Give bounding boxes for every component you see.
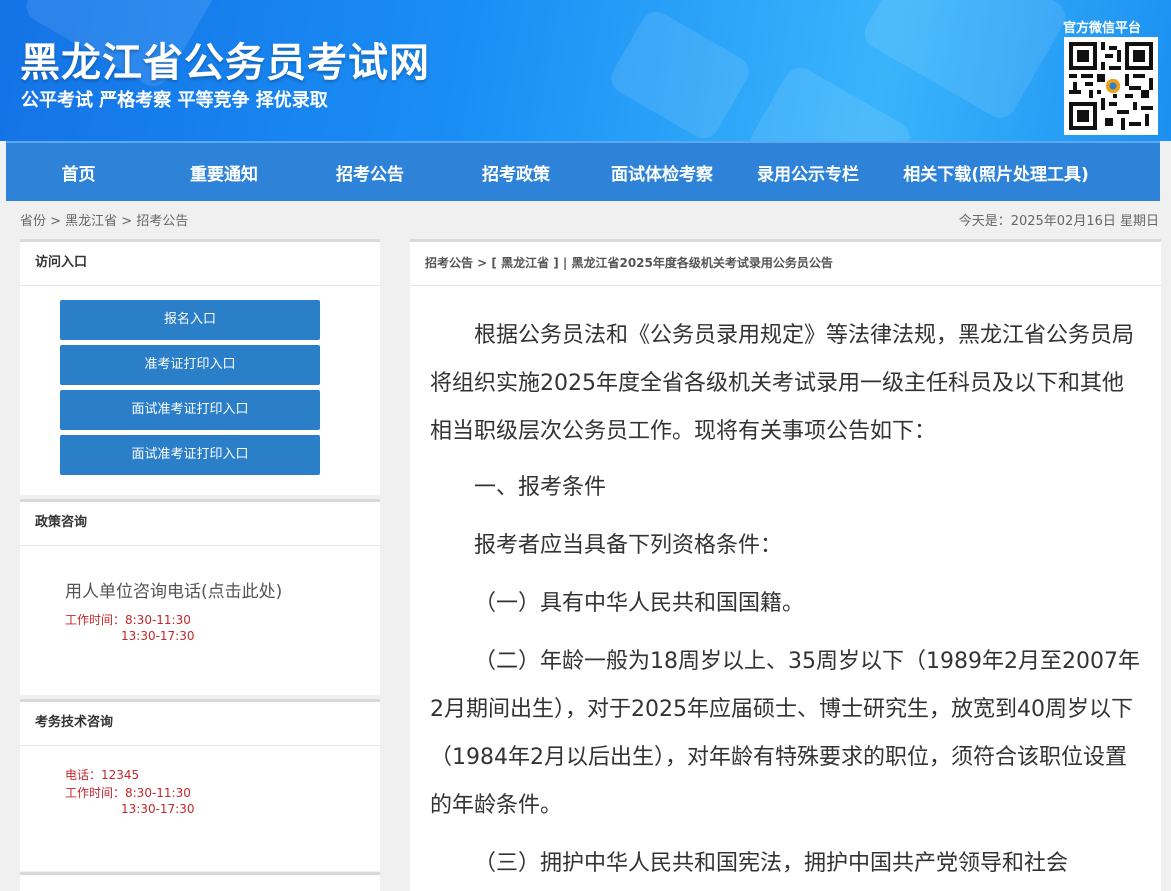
nav-home[interactable]: 首页 [6,160,151,185]
header-decoration [744,61,916,141]
nav-important-notice[interactable]: 重要通知 [151,160,297,185]
article-body: 根据公务员法和《公务员录用规定》等法律法规，黑龙江省公务员局将组织实施2025年… [410,312,1161,888]
article-paragraph: （三）拥护中华人民共和国宪法，拥护中国共产党领导和社会 [474,851,1069,876]
site-title: 黑龙江省公务员考试网 [20,40,430,86]
current-date: 今天是：2025年02月16日 星期日 [958,214,1159,229]
nav-interview-exam[interactable]: 面试体检考察 [589,160,735,185]
nav-recruitment-policy[interactable]: 招考政策 [443,160,589,185]
section-heading: 一、报考条件 [474,475,607,500]
breadcrumb[interactable]: 省份 > 黑龙江省 > 招考公告 [20,210,188,229]
article-panel: 招考公告 > [ 黑龙江省 ] | 黑龙江省2025年度各级机关考试录用公务员公… [410,239,1161,891]
article-paragraph: 报考者应当具备下列资格条件： [474,533,783,558]
interview-ticket-print-button[interactable]: 面试准考证打印入口 [60,390,320,430]
nav-downloads[interactable]: 相关下载(照片处理工具) [881,160,1111,185]
employer-consult-phone-link[interactable]: 用人单位咨询电话(点击此处) [65,577,282,602]
site-header: 黑龙江省公务员考试网 公平考试 严格考察 平等竞争 择优录取 官方微信平台 [0,0,1171,141]
policy-panel-title: 政策咨询 [20,502,380,546]
admission-ticket-print-button[interactable]: 准考证打印入口 [60,345,320,385]
policy-hours: 工作时间：8:30-11:30 [65,613,191,627]
main-nav: 首页 重要通知 招考公告 招考政策 面试体检考察 录用公示专栏 相关下载(照片处… [6,141,1160,201]
article-paragraph: （一）具有中华人民共和国国籍。 [474,591,805,616]
article-paragraph: （二）年龄一般为18周岁以上、35周岁以下（1989年2月至2007年2月期间出… [430,649,1140,818]
registration-entry-button[interactable]: 报名入口 [60,300,320,340]
tech-hours-afternoon: 13:30-17:30 [121,802,195,816]
tech-hours: 工作时间：8:30-11:30 [65,786,191,800]
tech-phone: 电话：12345 [65,768,140,782]
nav-recruitment-announcement[interactable]: 招考公告 [297,160,443,185]
article-breadcrumb[interactable]: 招考公告 > [ 黑龙江省 ] | 黑龙江省2025年度各级机关考试录用公务员公… [410,242,1161,286]
site-slogan: 公平考试 严格考察 平等竞争 择优录取 [21,90,328,111]
policy-consult-panel: 政策咨询 用人单位咨询电话(点击此处) 工作时间：8:30-11:30 13:3… [20,499,380,695]
next-panel-edge [20,872,380,891]
nav-hiring-publicity[interactable]: 录用公示专栏 [735,160,881,185]
access-panel-title: 访问入口 [20,242,380,286]
article-paragraph: 根据公务员法和《公务员录用规定》等法律法规，黑龙江省公务员局将组织实施2025年… [430,323,1135,444]
policy-hours-afternoon: 13:30-17:30 [121,629,195,643]
interview-ticket-print-button-2[interactable]: 面试准考证打印入口 [60,435,320,475]
wechat-qr-code [1064,37,1158,135]
qr-code-icon [1069,42,1153,130]
header-decoration [858,0,1072,124]
tech-consult-panel: 考务技术咨询 电话：12345 工作时间：8:30-11:30 13:30-17… [20,699,380,871]
wechat-label: 官方微信平台 [1063,21,1142,36]
access-panel: 访问入口 报名入口 准考证打印入口 面试准考证打印入口 面试准考证打印入口 [20,239,380,495]
tech-panel-title: 考务技术咨询 [20,702,380,746]
header-decoration [605,6,755,141]
